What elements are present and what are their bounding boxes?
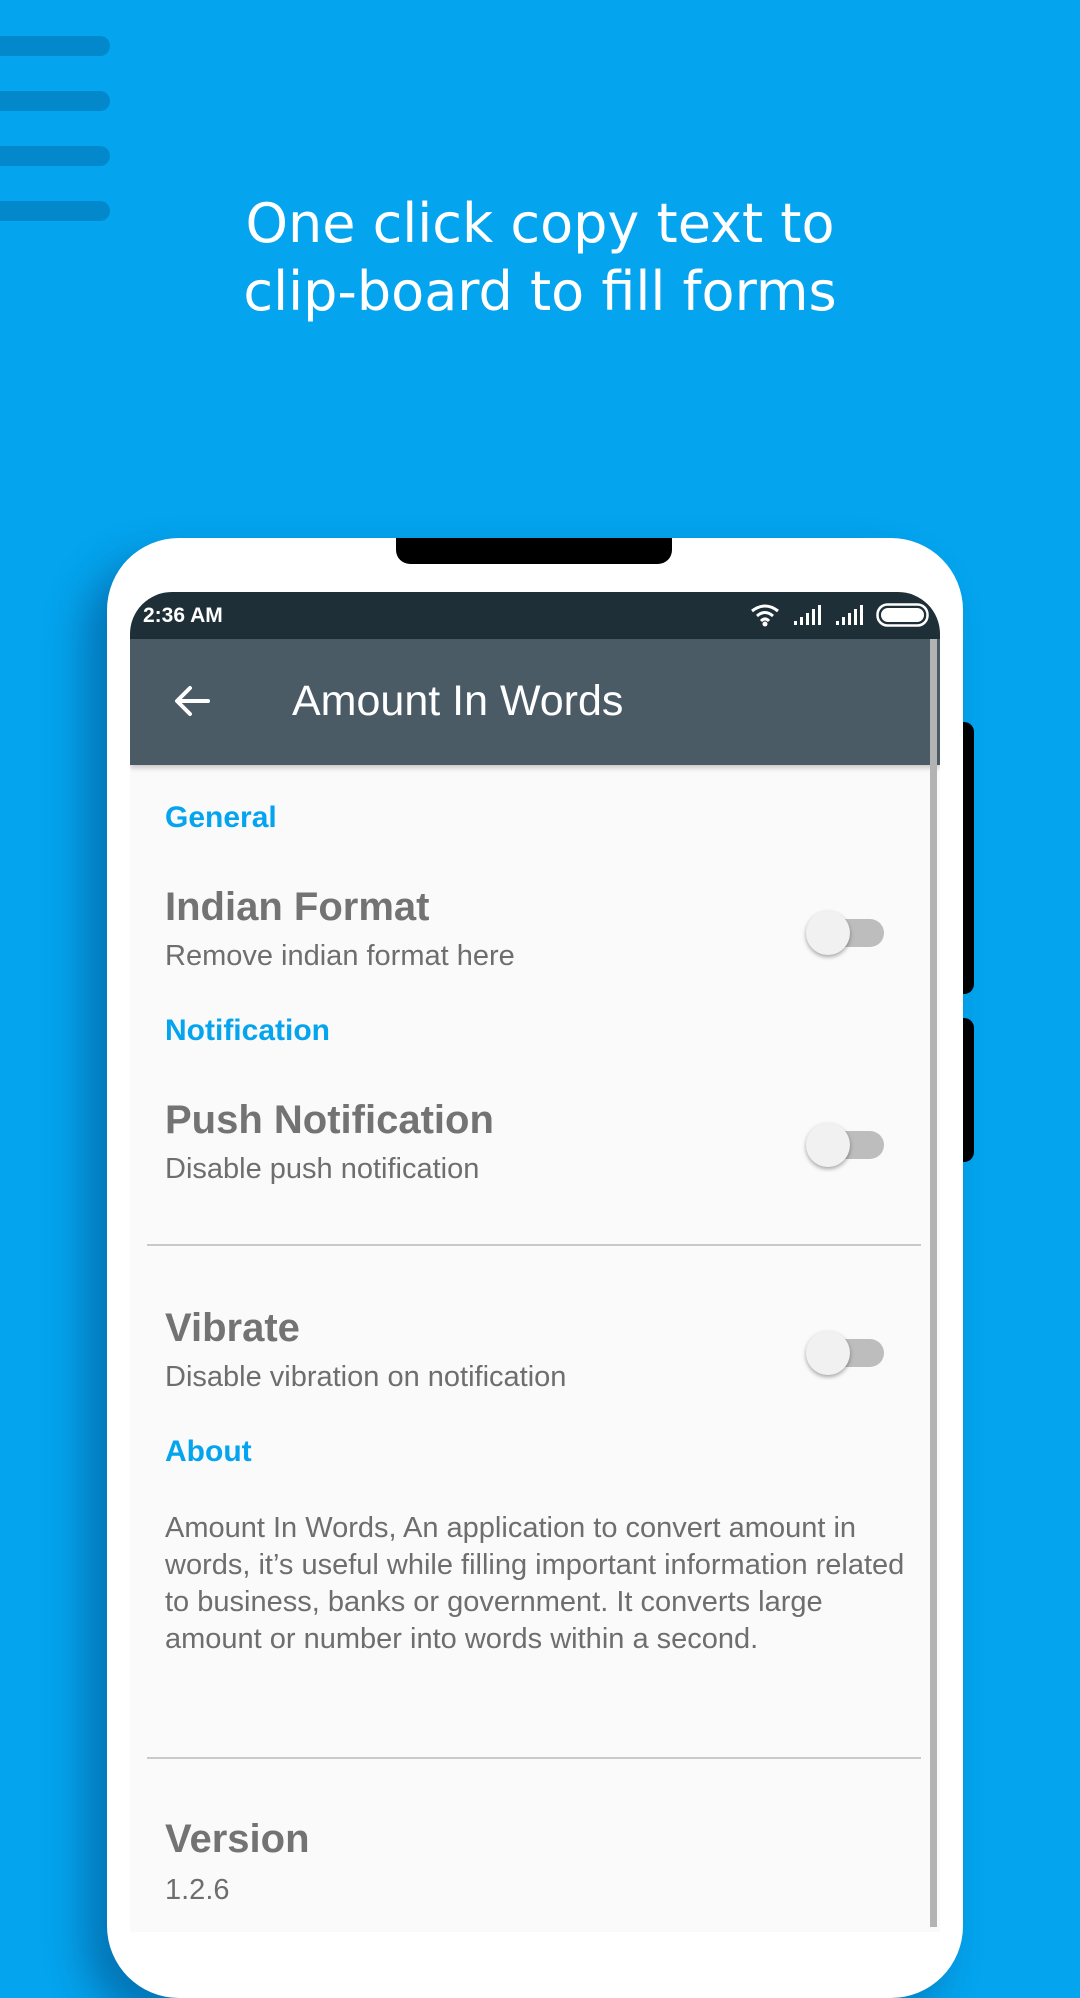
version-title: Version [165, 1817, 310, 1861]
signal-icon [836, 605, 863, 625]
push-notification-summary: Disable push notification [165, 1153, 480, 1185]
vibrate-toggle[interactable] [806, 1325, 886, 1375]
decorative-line [0, 146, 110, 166]
promo-headline-line1: One click copy text to [245, 192, 835, 255]
decorative-line [0, 36, 110, 56]
arrow-back-icon[interactable] [170, 679, 214, 723]
vibrate-summary: Disable vibration on notification [165, 1361, 567, 1393]
status-icons [750, 602, 930, 628]
app-bar: Amount In Words [130, 639, 940, 765]
toggle-thumb [806, 911, 850, 955]
battery-icon [876, 603, 929, 627]
push-notification-title: Push Notification [165, 1098, 494, 1142]
section-header-about: About [165, 1435, 252, 1468]
phone-screen: 2:36 AM Amount In Words General Indian F… [130, 592, 940, 1932]
status-bar: 2:36 AM [130, 592, 940, 639]
promo-headline: One click copy text to clip-board to fil… [0, 190, 1080, 326]
indian-format-toggle[interactable] [806, 905, 886, 955]
decorative-line [0, 91, 110, 111]
toggle-thumb [806, 1123, 850, 1167]
signal-icon [794, 605, 821, 625]
about-description: Amount In Words, An application to conve… [165, 1512, 905, 1655]
vibrate-title: Vibrate [165, 1306, 300, 1350]
scrollbar[interactable] [930, 639, 937, 1927]
push-notification-toggle[interactable] [806, 1117, 886, 1167]
divider [147, 1757, 921, 1759]
toggle-thumb [806, 1331, 850, 1375]
phone-notch [396, 538, 672, 564]
wifi-icon [751, 604, 779, 627]
section-header-notification: Notification [165, 1014, 330, 1047]
status-time: 2:36 AM [143, 604, 223, 627]
indian-format-title: Indian Format [165, 885, 430, 929]
app-title: Amount In Words [292, 677, 624, 725]
version-value: 1.2.6 [165, 1874, 230, 1906]
indian-format-summary: Remove indian format here [165, 940, 515, 972]
section-header-general: General [165, 801, 277, 834]
divider [147, 1244, 921, 1246]
promo-headline-line2: clip-board to fill forms [243, 260, 837, 323]
